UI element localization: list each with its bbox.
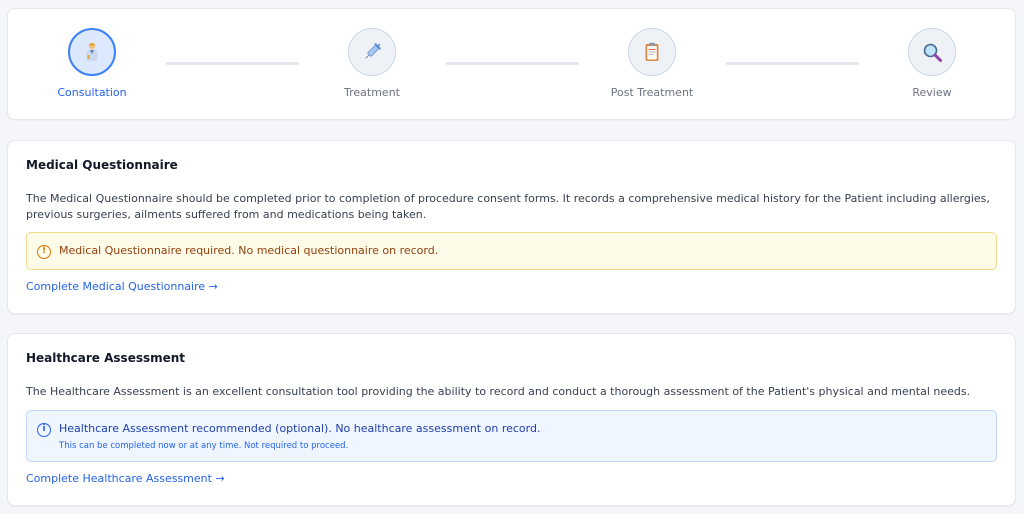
alert-subtext: This can be completed now or at any time…	[59, 441, 349, 451]
warning-icon: !	[37, 245, 51, 259]
alert-message: Medical Questionnaire required. No medic…	[59, 244, 439, 257]
step-consultation[interactable]: Consultation	[32, 28, 152, 99]
step-label: Treatment	[344, 86, 400, 99]
magnifier-icon	[908, 28, 956, 76]
section-description: The Medical Questionnaire should be comp…	[26, 192, 990, 221]
step-post-treatment[interactable]: Post Treatment	[592, 28, 712, 99]
section-description: The Healthcare Assessment is an excellen…	[26, 385, 971, 398]
step-connector	[446, 62, 579, 65]
complete-questionnaire-link[interactable]: Complete Medical Questionnaire →	[26, 280, 218, 293]
step-review[interactable]: Review	[872, 28, 992, 99]
progress-stepper: Consultation Treatment Post Treatment Re…	[7, 8, 1016, 120]
section-title: Medical Questionnaire	[26, 158, 178, 172]
syringe-icon	[348, 28, 396, 76]
info-icon: i	[37, 423, 51, 437]
step-treatment[interactable]: Treatment	[312, 28, 432, 99]
section-title: Healthcare Assessment	[26, 351, 186, 365]
step-connector	[726, 62, 859, 65]
alert-message: Healthcare Assessment recommended (optio…	[59, 422, 541, 435]
medical-questionnaire-card: Medical Questionnaire The Medical Questi…	[7, 140, 1016, 314]
complete-assessment-link[interactable]: Complete Healthcare Assessment →	[26, 472, 225, 485]
step-connector	[166, 62, 299, 65]
step-label: Post Treatment	[610, 86, 694, 99]
info-alert: i Healthcare Assessment recommended (opt…	[26, 410, 997, 462]
step-label: Consultation	[57, 86, 127, 99]
step-label: Review	[912, 86, 952, 99]
healthcare-assessment-card: Healthcare Assessment The Healthcare Ass…	[7, 333, 1016, 506]
doctor-icon	[68, 28, 116, 76]
clipboard-icon	[628, 28, 676, 76]
warning-alert: ! Medical Questionnaire required. No med…	[26, 232, 997, 270]
